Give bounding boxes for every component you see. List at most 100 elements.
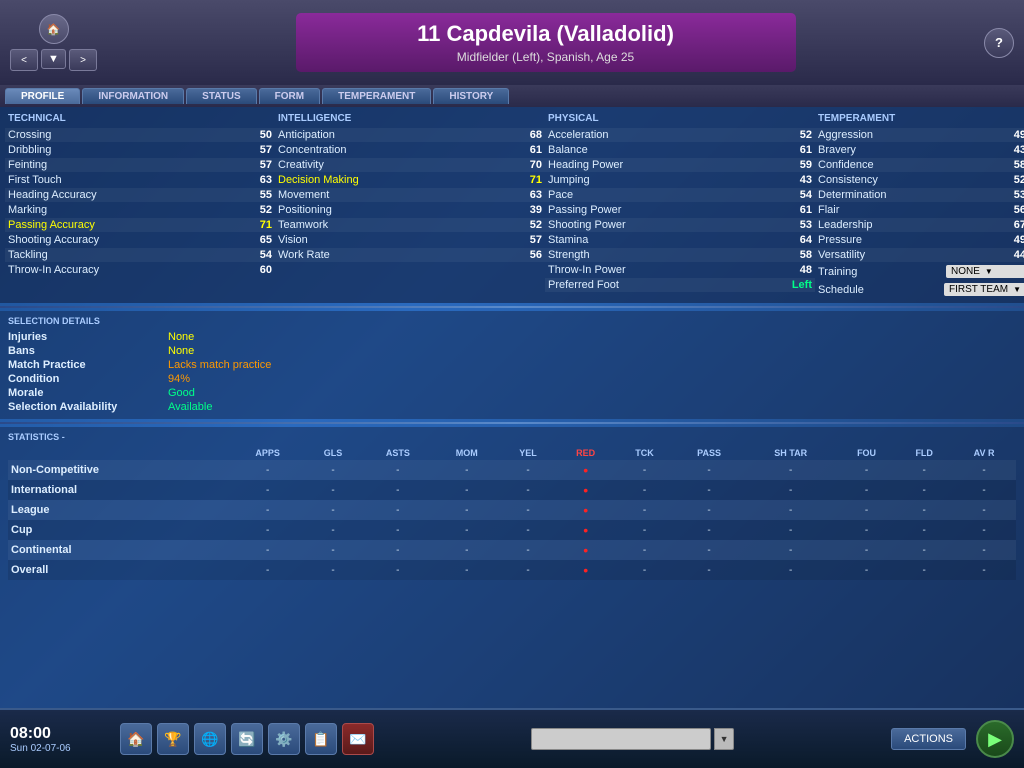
- ov-mom: -: [434, 560, 501, 580]
- morale-row: Morale Good: [8, 386, 1016, 400]
- stat-val-balance: 61: [782, 144, 812, 156]
- tab-temperament[interactable]: TEMPERAMENT: [322, 88, 431, 104]
- nc-tck: -: [615, 460, 673, 480]
- toolbar-refresh-icon[interactable]: 🔄: [231, 723, 263, 755]
- stat-name-first-touch: First Touch: [8, 174, 242, 186]
- stat-concentration: Concentration 61: [275, 143, 545, 157]
- search-dropdown-arrow[interactable]: ▼: [714, 728, 734, 750]
- stat-val-acceleration: 52: [782, 129, 812, 141]
- tab-form[interactable]: FORM: [259, 88, 320, 104]
- title-area: 11 Capdevila (Valladolid) Midfielder (Le…: [107, 13, 984, 72]
- lea-red: •: [556, 500, 615, 520]
- stat-val-consistency: 52: [996, 174, 1024, 186]
- clock: 08:00: [10, 725, 110, 743]
- ov-gls: -: [304, 560, 362, 580]
- stat-val-shooting-accuracy: 65: [242, 234, 272, 246]
- stat-val-movement: 63: [512, 189, 542, 201]
- stat-val-positioning: 39: [512, 204, 542, 216]
- search-input[interactable]: [531, 728, 711, 750]
- nav-back-button[interactable]: <: [10, 49, 38, 71]
- col-header-yel: YEL: [500, 446, 556, 460]
- schedule-dropdown[interactable]: FIRST TEAM ▼: [944, 283, 1024, 296]
- stat-pressure: Pressure 49: [815, 233, 1024, 247]
- cup-mom: -: [434, 520, 501, 540]
- stat-dribbling: Dribbling 57: [5, 143, 275, 157]
- actions-button[interactable]: ACTIONS: [891, 728, 966, 750]
- int-avr: -: [952, 480, 1016, 500]
- injuries-value: None: [168, 331, 194, 343]
- toolbar-trophy-icon[interactable]: 🏆: [157, 723, 189, 755]
- stat-preferred-foot: Preferred Foot Left: [545, 278, 815, 292]
- tab-status[interactable]: STATUS: [186, 88, 257, 104]
- stat-val-pace: 54: [782, 189, 812, 201]
- stat-heading-power: Heading Power 59: [545, 158, 815, 172]
- tab-information[interactable]: INFORMATION: [82, 88, 184, 104]
- stat-val-vision: 57: [512, 234, 542, 246]
- stat-name-decision-making: Decision Making: [278, 174, 512, 186]
- dropdown-arrow-button[interactable]: ▼: [41, 49, 66, 69]
- schedule-label: Schedule: [818, 284, 944, 296]
- toolbar-notes-icon[interactable]: 📋: [305, 723, 337, 755]
- availability-label: Selection Availability: [8, 401, 158, 413]
- stat-val-marking: 52: [242, 204, 272, 216]
- bans-value: None: [168, 345, 194, 357]
- col-header-fld: FLD: [896, 446, 952, 460]
- stat-flair: Flair 56: [815, 203, 1024, 217]
- nav-forward-button[interactable]: >: [69, 49, 97, 71]
- stat-throw-in-accuracy: Throw-In Accuracy 60: [5, 263, 275, 277]
- stat-creativity: Creativity 70: [275, 158, 545, 172]
- stat-shooting-accuracy: Shooting Accuracy 65: [5, 233, 275, 247]
- statistics-table: APPS GLS ASTS MOM YEL RED TCK PASS SH TA…: [8, 446, 1016, 580]
- stat-work-rate: Work Rate 56: [275, 248, 545, 262]
- technical-col: Crossing 50 Dribbling 57 Feinting 57 Fir…: [5, 128, 275, 298]
- stats-section: TECHNICAL INTELLIGENCE PHYSICAL TEMPERAM…: [0, 107, 1024, 303]
- toolbar-globe-icon[interactable]: 🌐: [194, 723, 226, 755]
- nc-fou: -: [837, 460, 896, 480]
- stat-crossing: Crossing 50: [5, 128, 275, 142]
- morale-value: Good: [168, 387, 195, 399]
- con-apps: -: [231, 540, 304, 560]
- training-dropdown[interactable]: NONE ▼: [946, 265, 1024, 278]
- technical-label: TECHNICAL: [5, 112, 275, 125]
- stat-versatility: Versatility 44: [815, 248, 1024, 262]
- intelligence-col: Anticipation 68 Concentration 61 Creativ…: [275, 128, 545, 298]
- stat-name-stamina: Stamina: [548, 234, 782, 246]
- stat-name-tackling: Tackling: [8, 249, 242, 261]
- cup-shtar: -: [745, 520, 837, 540]
- toolbar-home-icon[interactable]: 🏠: [120, 723, 152, 755]
- availability-value: Available: [168, 401, 212, 413]
- stat-passing-accuracy: Passing Accuracy 71: [5, 218, 275, 232]
- ov-pass: -: [674, 560, 745, 580]
- stat-val-throw-in-power: 48: [782, 264, 812, 276]
- training-value: NONE: [951, 266, 980, 277]
- int-yel: -: [500, 480, 556, 500]
- col-header-asts: ASTS: [362, 446, 433, 460]
- nc-gls: -: [304, 460, 362, 480]
- stat-name-bravery: Bravery: [818, 144, 996, 156]
- stat-movement: Movement 63: [275, 188, 545, 202]
- col-header-shtar: SH TAR: [745, 446, 837, 460]
- stats-grid: Crossing 50 Dribbling 57 Feinting 57 Fir…: [5, 128, 1019, 298]
- tab-profile[interactable]: PROFILE: [5, 88, 80, 104]
- int-red: •: [556, 480, 615, 500]
- stat-determination: Determination 53: [815, 188, 1024, 202]
- player-fullname: Capdevila (Valladolid): [447, 21, 674, 46]
- toolbar-mail-icon[interactable]: ✉️: [342, 723, 374, 755]
- nc-mom: -: [434, 460, 501, 480]
- tab-history[interactable]: HISTORY: [433, 88, 509, 104]
- stat-name-pace: Pace: [548, 189, 782, 201]
- schedule-dropdown-arrow-icon: ▼: [1013, 285, 1021, 294]
- stat-name-jumping: Jumping: [548, 174, 782, 186]
- cup-tck: -: [615, 520, 673, 540]
- toolbar-settings-icon[interactable]: ⚙️: [268, 723, 300, 755]
- stat-name-consistency: Consistency: [818, 174, 996, 186]
- col-header-fou: FOU: [837, 446, 896, 460]
- selection-section-title: SELECTION DETAILS: [8, 316, 1016, 326]
- search-area: ▼: [384, 728, 881, 750]
- home-button[interactable]: 🏠: [39, 14, 69, 44]
- help-button[interactable]: ?: [984, 28, 1014, 58]
- arrow-buttons: < ▼ >: [10, 49, 97, 71]
- forward-button[interactable]: ▶: [976, 720, 1014, 758]
- stat-val-preferred-foot: Left: [782, 279, 812, 291]
- cup-gls: -: [304, 520, 362, 540]
